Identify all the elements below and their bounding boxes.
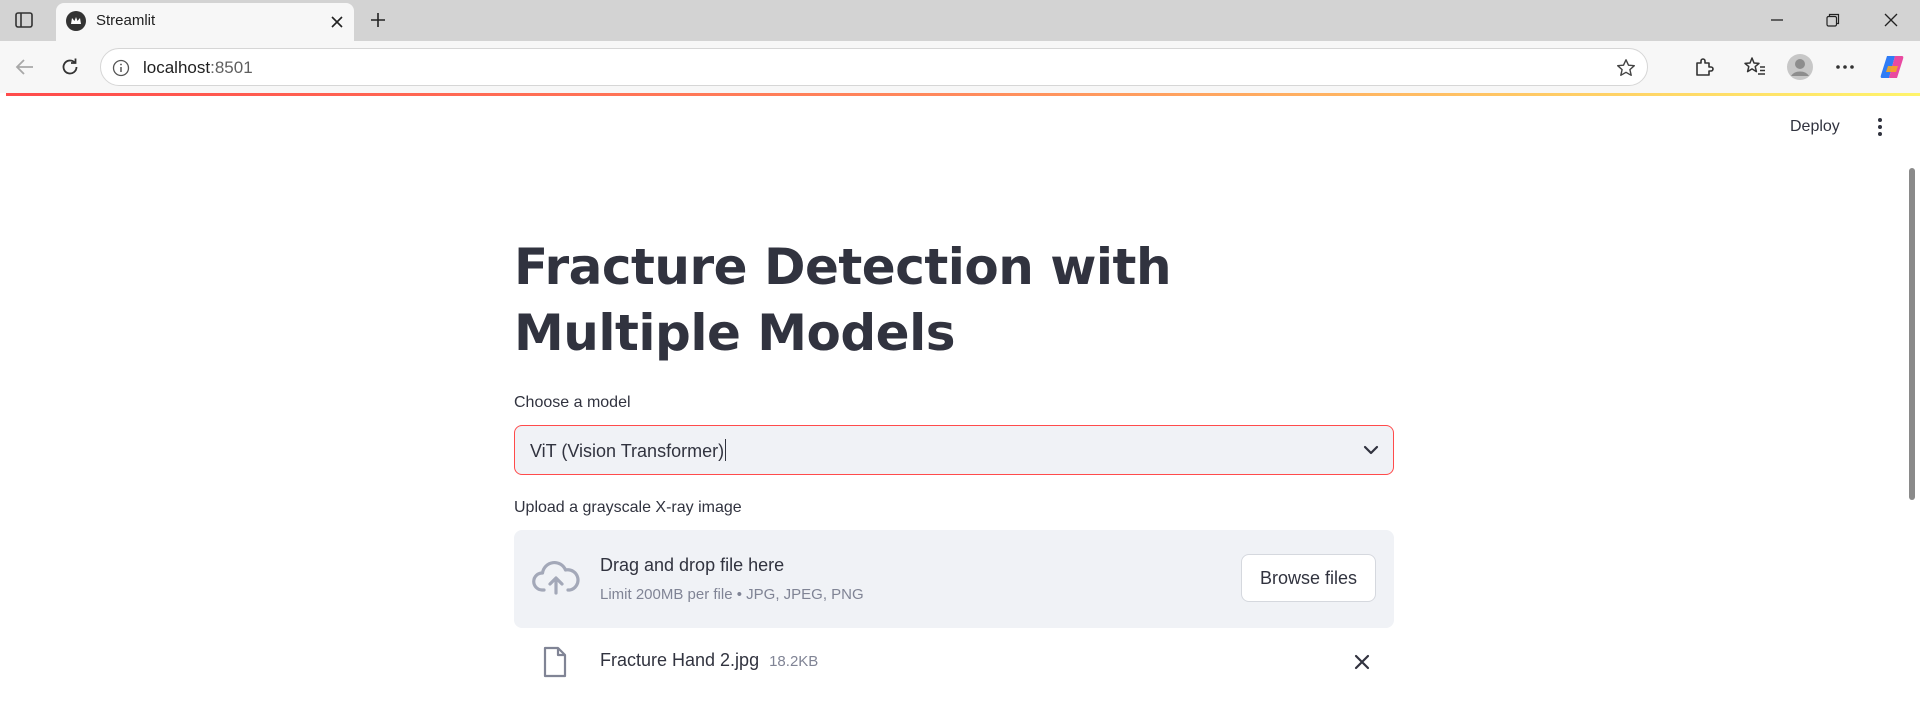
browser-titlebar: Streamlit: [0, 0, 1920, 41]
uploaded-file-name: Fracture Hand 2.jpg 18.2KB: [600, 650, 818, 671]
streamlit-favicon: [66, 11, 86, 31]
close-icon[interactable]: [326, 11, 348, 33]
model-select-value: ViT (Vision Transformer): [530, 439, 727, 462]
app-page: Deploy Fracture Detection with Multiple …: [6, 96, 1920, 713]
info-icon[interactable]: [111, 58, 131, 78]
file-size: 18.2KB: [769, 653, 819, 670]
browser-toolbar: localhost:8501: [0, 41, 1920, 93]
back-icon[interactable]: [9, 51, 41, 83]
browser-tab[interactable]: Streamlit: [56, 3, 354, 41]
url-host: localhost: [143, 58, 211, 77]
reload-icon[interactable]: [54, 51, 86, 83]
file-icon: [543, 646, 567, 678]
url-port: :8501: [210, 58, 253, 77]
remove-file-icon[interactable]: [1350, 650, 1374, 674]
page-title: Fracture Detection with Multiple Models: [514, 238, 1172, 362]
star-icon[interactable]: [1615, 57, 1637, 79]
tab-title: Streamlit: [96, 12, 156, 29]
cloud-upload-icon: [532, 560, 580, 595]
extensions-icon[interactable]: [1688, 51, 1720, 83]
dropzone-limit: Limit 200MB per file • JPG, JPEG, PNG: [600, 586, 864, 603]
sidebar-toggle-icon[interactable]: [10, 8, 38, 32]
restore-icon[interactable]: [1815, 6, 1851, 34]
dropzone-title: Drag and drop file here: [600, 555, 785, 575]
window-close-icon[interactable]: [1873, 6, 1909, 34]
file-dropzone[interactable]: Drag and drop file here Limit 200MB per …: [514, 530, 1394, 628]
url-text: localhost:8501: [143, 58, 253, 78]
chevron-down-icon[interactable]: [1361, 440, 1381, 460]
model-select-label: Choose a model: [514, 394, 631, 411]
minimize-icon[interactable]: [1759, 6, 1795, 34]
uploader-label: Upload a grayscale X-ray image: [514, 499, 742, 516]
profile-icon[interactable]: [1784, 51, 1816, 83]
browse-files-button[interactable]: Browse files: [1241, 554, 1376, 602]
model-select[interactable]: ViT (Vision Transformer): [514, 425, 1394, 475]
file-name-text: Fracture Hand 2.jpg: [600, 650, 760, 670]
scrollbar-thumb[interactable]: [1909, 168, 1915, 500]
address-bar[interactable]: localhost:8501: [100, 48, 1648, 86]
more-icon[interactable]: [1829, 51, 1861, 83]
deploy-button[interactable]: Deploy: [1790, 118, 1840, 136]
kebab-menu-icon[interactable]: [1868, 114, 1892, 140]
copilot-icon[interactable]: [1876, 51, 1908, 83]
uploaded-file-row: Fracture Hand 2.jpg 18.2KB: [514, 636, 1394, 686]
model-select-value-text: ViT (Vision Transformer): [530, 441, 725, 461]
favorites-icon[interactable]: [1739, 51, 1771, 83]
plus-icon[interactable]: [364, 8, 392, 32]
text-caret: [725, 439, 727, 461]
